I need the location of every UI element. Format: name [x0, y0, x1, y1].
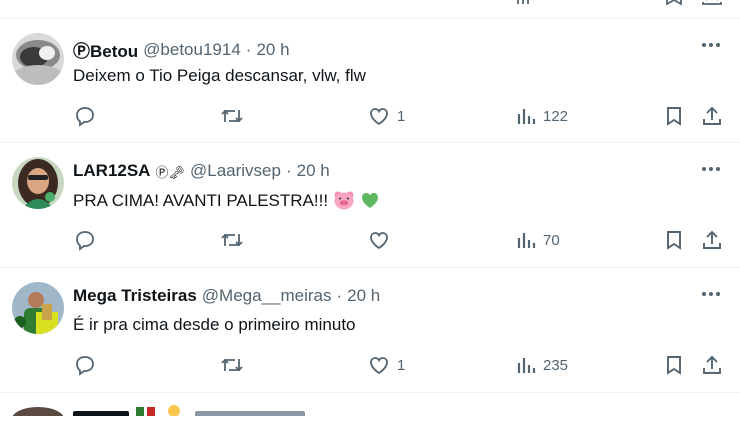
view-count: 235 — [543, 356, 569, 374]
like-button[interactable]: 1 — [368, 103, 405, 129]
share-button[interactable] — [701, 103, 723, 129]
reply-button[interactable] — [74, 227, 96, 253]
view-count: 70 — [543, 231, 560, 249]
like-count: 1 — [397, 107, 406, 125]
separator-dot: · — [285, 161, 292, 180]
retweet-icon — [221, 109, 243, 123]
more-icon[interactable] — [700, 164, 722, 174]
avatar[interactable] — [12, 282, 64, 334]
previous-tweet-fragment — [0, 0, 740, 18]
bookmark-icon — [667, 356, 681, 375]
tweet-header: Mega Tristeiras @Mega__meiras · 20 h — [73, 286, 380, 306]
like-icon — [370, 108, 388, 126]
avatar-image — [12, 33, 64, 85]
retweet-button[interactable] — [220, 352, 244, 378]
avatar-image — [12, 282, 64, 334]
like-icon — [370, 232, 388, 250]
next-tweet-fragment-graphics — [12, 405, 305, 421]
like-count: 1 — [397, 356, 406, 374]
reply-icon — [76, 231, 94, 251]
user-handle[interactable]: @Laarivsep — [190, 161, 281, 181]
name-badge: Ⓟ🗝 — [155, 164, 185, 180]
display-name[interactable]: Mega Tristeiras — [73, 286, 197, 306]
tweet-header: LAR12SA Ⓟ🗝 @Laarivsep · 20 h — [73, 161, 330, 181]
tweet-text: PRA CIMA! AVANTI PALESTRA!!! — [73, 190, 380, 211]
green-heart-icon — [361, 193, 378, 208]
previous-tweet-actions-fragment — [517, 0, 722, 6]
bookmark-icon — [667, 231, 681, 250]
more-icon[interactable] — [700, 40, 722, 50]
reply-button[interactable] — [74, 103, 96, 129]
separator-dot: · — [336, 286, 343, 305]
tweet-text: É ir pra cima desde o primeiro minuto — [73, 315, 356, 334]
display-name[interactable]: LAR12SA — [73, 161, 150, 181]
divider — [0, 392, 740, 393]
tweet[interactable]: LAR12SA Ⓟ🗝 @Laarivsep · 20 h PRA CIMA! A… — [0, 143, 740, 266]
share-icon — [703, 230, 721, 249]
reply-button[interactable] — [74, 352, 96, 378]
tweet-text: Deixem o Tio Peiga descansar, vlw, flw — [73, 66, 366, 85]
avatar[interactable] — [12, 157, 64, 209]
view-count: 122 — [543, 107, 569, 125]
timestamp[interactable]: 20 h — [256, 40, 289, 60]
pig-face-icon — [334, 191, 354, 210]
tweet-actions: 1 235 — [0, 352, 740, 378]
tweet-actions: 1 122 — [0, 103, 740, 129]
tweet[interactable]: Mega Tristeiras @Mega__meiras · 20 h É i… — [0, 268, 740, 391]
share-icon — [703, 355, 721, 374]
views-button[interactable]: 70 — [516, 227, 560, 253]
bookmark-button[interactable] — [664, 227, 684, 253]
display-name[interactable]: ⓅBetou — [73, 37, 138, 62]
user-handle[interactable]: @Mega__meiras — [202, 286, 332, 306]
bookmark-button[interactable] — [664, 103, 684, 129]
reply-icon — [76, 107, 94, 127]
user-handle[interactable]: @betou1914 — [143, 40, 241, 60]
avatar-image — [12, 157, 64, 209]
retweet-icon — [221, 233, 243, 247]
views-button[interactable]: 235 — [516, 352, 568, 378]
share-button[interactable] — [701, 352, 723, 378]
more-icon[interactable] — [700, 289, 722, 299]
bookmark-icon — [667, 107, 681, 126]
like-button[interactable] — [368, 227, 397, 253]
like-button[interactable]: 1 — [368, 352, 405, 378]
views-icon — [517, 233, 536, 248]
share-button[interactable] — [701, 227, 723, 253]
timestamp[interactable]: 20 h — [347, 286, 380, 306]
avatar[interactable] — [12, 33, 64, 85]
retweet-button[interactable] — [220, 227, 244, 253]
retweet-icon — [221, 358, 243, 372]
views-button[interactable]: 122 — [516, 103, 568, 129]
like-icon — [370, 357, 388, 375]
tweet-text-content: PRA CIMA! AVANTI PALESTRA!!! — [73, 191, 333, 210]
reply-icon — [76, 356, 94, 376]
tweet-header: ⓅBetou @betou1914 · 20 h — [73, 37, 290, 62]
share-icon — [703, 106, 721, 125]
retweet-button[interactable] — [220, 103, 244, 129]
views-icon — [517, 109, 536, 124]
next-tweet-fragment — [0, 395, 740, 421]
timestamp[interactable]: 20 h — [297, 161, 330, 181]
tweet[interactable]: ⓅBetou @betou1914 · 20 h Deixem o Tio Pe… — [0, 19, 740, 142]
separator-dot: · — [245, 39, 252, 59]
views-icon — [517, 358, 536, 373]
tweet-actions: 70 — [0, 227, 740, 253]
bookmark-button[interactable] — [664, 352, 684, 378]
